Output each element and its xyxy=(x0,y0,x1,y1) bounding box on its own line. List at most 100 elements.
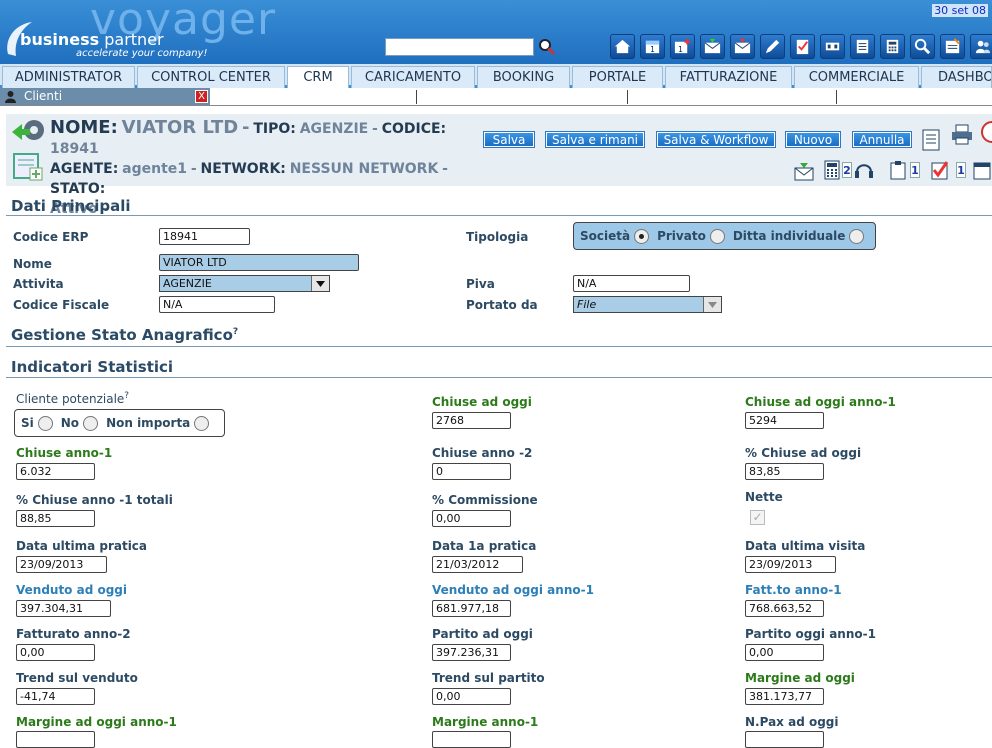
tipologia-radio-ditta[interactable] xyxy=(849,228,865,244)
fatt-anno1-input[interactable] xyxy=(745,600,824,617)
calendar-icon[interactable]: 1 xyxy=(640,34,665,59)
document-add-icon[interactable] xyxy=(10,150,46,182)
pen-icon[interactable] xyxy=(760,34,785,59)
tipologia-radio-privato[interactable] xyxy=(709,228,725,244)
cliente-radio-no[interactable] xyxy=(83,415,99,431)
calendar-add-icon[interactable]: 1 xyxy=(670,34,695,59)
perc-chiuse-anno1-totali-label: % Chiuse anno -1 totali xyxy=(16,493,173,507)
menu-control-center[interactable]: CONTROL CENTER xyxy=(137,66,285,88)
npax-ad-oggi-label: N.Pax ad oggi xyxy=(745,715,839,729)
help-marker[interactable]: ? xyxy=(233,327,238,337)
menu-crm[interactable]: CRM xyxy=(287,66,349,88)
partito-oggi-anno1-input[interactable] xyxy=(745,644,824,661)
print-icon[interactable] xyxy=(950,122,974,146)
checklist-icon[interactable] xyxy=(930,160,950,180)
section-divider xyxy=(6,346,992,347)
chiuse-anno1-input[interactable] xyxy=(16,463,95,480)
menu-caricamento[interactable]: CARICAMENTO xyxy=(351,66,475,88)
tipologia-radio-societa[interactable] xyxy=(634,228,650,244)
codice-fiscale-input[interactable] xyxy=(159,296,275,313)
chiuse-ad-oggi-input[interactable] xyxy=(432,412,511,429)
venduto-ad-oggi-input[interactable] xyxy=(16,600,111,617)
partito-ad-oggi-input[interactable] xyxy=(432,644,511,661)
npax-ad-oggi-input[interactable] xyxy=(745,731,824,748)
margine-ad-oggi-input[interactable] xyxy=(745,688,824,705)
notes-icon[interactable] xyxy=(940,34,965,59)
codice-erp-input[interactable] xyxy=(159,228,250,245)
margine-ad-oggi-anno1-input[interactable] xyxy=(16,731,95,748)
tools-icon[interactable] xyxy=(820,34,845,59)
salva-workflow-button[interactable]: Salva & Workflow xyxy=(657,132,775,147)
attivita-select[interactable]: AGENZIE xyxy=(159,275,330,292)
trend-venduto-label: Trend sul venduto xyxy=(16,671,138,685)
annulla-button[interactable]: Annulla xyxy=(853,132,911,147)
logo-business-partner: business partner xyxy=(20,30,164,49)
calendar-icon[interactable] xyxy=(972,160,992,180)
search-icon[interactable] xyxy=(538,38,556,56)
section-divider xyxy=(6,215,992,216)
list-view-icon[interactable] xyxy=(920,128,944,152)
cliente-radio-si[interactable] xyxy=(37,415,53,431)
margine-anno1-input[interactable] xyxy=(432,731,511,748)
chevron-down-icon[interactable] xyxy=(311,276,329,291)
perc-chiuse-ad-oggi-input[interactable] xyxy=(745,463,824,480)
section-title-gestione-stato[interactable]: Gestione Stato Anagrafico? xyxy=(11,326,238,344)
menu-booking[interactable]: BOOKING xyxy=(477,66,570,88)
tipologia-radio-group: Società Privato Ditta individuale xyxy=(573,222,876,250)
mail-icon[interactable] xyxy=(700,34,725,59)
perc-commissione-label: % Commissione xyxy=(432,493,538,507)
close-icon[interactable]: X xyxy=(195,90,208,103)
magnifier-icon[interactable] xyxy=(910,34,935,59)
perc-commissione-input[interactable] xyxy=(432,510,511,527)
help-icon[interactable] xyxy=(978,120,992,144)
document-tabs: Clienti X xyxy=(0,88,992,106)
users-icon[interactable] xyxy=(970,34,992,59)
data-ultima-visita-input[interactable] xyxy=(745,556,836,573)
calculator-icon[interactable] xyxy=(880,34,905,59)
tipo-label: TIPO: xyxy=(253,121,296,137)
nuovo-button[interactable]: Nuovo xyxy=(786,132,840,147)
menu-portale[interactable]: PORTALE xyxy=(572,66,663,88)
menu-dashboard[interactable]: DASHBOA xyxy=(921,66,992,88)
menu-commerciale[interactable]: COMMERCIALE xyxy=(794,66,919,88)
cliente-potenziale-radio-group: Si No Non importa xyxy=(14,409,225,437)
fatt-anno1-label: Fatt.to anno-1 xyxy=(745,583,842,597)
perc-chiuse-anno1-totali-input[interactable] xyxy=(16,510,95,527)
cliente-option-no: No xyxy=(60,416,80,430)
search-input[interactable] xyxy=(385,38,534,56)
fatturato-anno2-input[interactable] xyxy=(16,644,95,661)
data-ultima-pratica-input[interactable] xyxy=(16,556,107,573)
menu-fatturazione[interactable]: FATTURAZIONE xyxy=(665,66,792,88)
venduto-ad-oggi-anno1-input[interactable] xyxy=(432,600,511,617)
nome-input[interactable] xyxy=(159,254,359,271)
calculator-icon[interactable] xyxy=(822,160,842,180)
logo-tagline: accelerate your company! xyxy=(76,48,208,59)
portato-da-select[interactable]: File xyxy=(573,296,722,313)
network-label: NETWORK: xyxy=(200,161,286,177)
menu-administrator[interactable]: ADMINISTRATOR xyxy=(2,66,135,88)
back-settings-icon[interactable] xyxy=(10,116,50,148)
section-divider xyxy=(6,377,992,378)
mail-alert-icon[interactable] xyxy=(730,34,755,59)
salva-e-rimani-button[interactable]: Salva e rimani xyxy=(546,132,644,147)
cliente-radio-non-importa[interactable] xyxy=(194,415,210,431)
checklist-icon[interactable] xyxy=(790,34,815,59)
mail-icon[interactable] xyxy=(794,162,814,182)
counter-a: 2 xyxy=(842,162,852,178)
data-1a-pratica-input[interactable] xyxy=(432,556,523,573)
salva-button[interactable]: Salva xyxy=(484,132,534,147)
chevron-down-icon[interactable] xyxy=(703,297,721,312)
list-icon[interactable] xyxy=(850,34,875,59)
chiuse-ad-oggi-anno1-input[interactable] xyxy=(745,412,824,429)
nette-checkbox[interactable]: ✓ xyxy=(750,510,765,525)
chiuse-anno2-input[interactable] xyxy=(432,463,511,480)
piva-input[interactable] xyxy=(573,275,690,292)
help-marker[interactable]: ? xyxy=(124,391,129,401)
clipboard-icon[interactable] xyxy=(888,160,908,180)
headset-icon[interactable] xyxy=(854,160,874,180)
tab-clienti[interactable]: Clienti X xyxy=(0,88,210,105)
svg-text:1: 1 xyxy=(650,45,655,54)
trend-partito-input[interactable] xyxy=(432,688,511,705)
trend-venduto-input[interactable] xyxy=(16,688,95,705)
home-icon[interactable] xyxy=(610,34,635,59)
